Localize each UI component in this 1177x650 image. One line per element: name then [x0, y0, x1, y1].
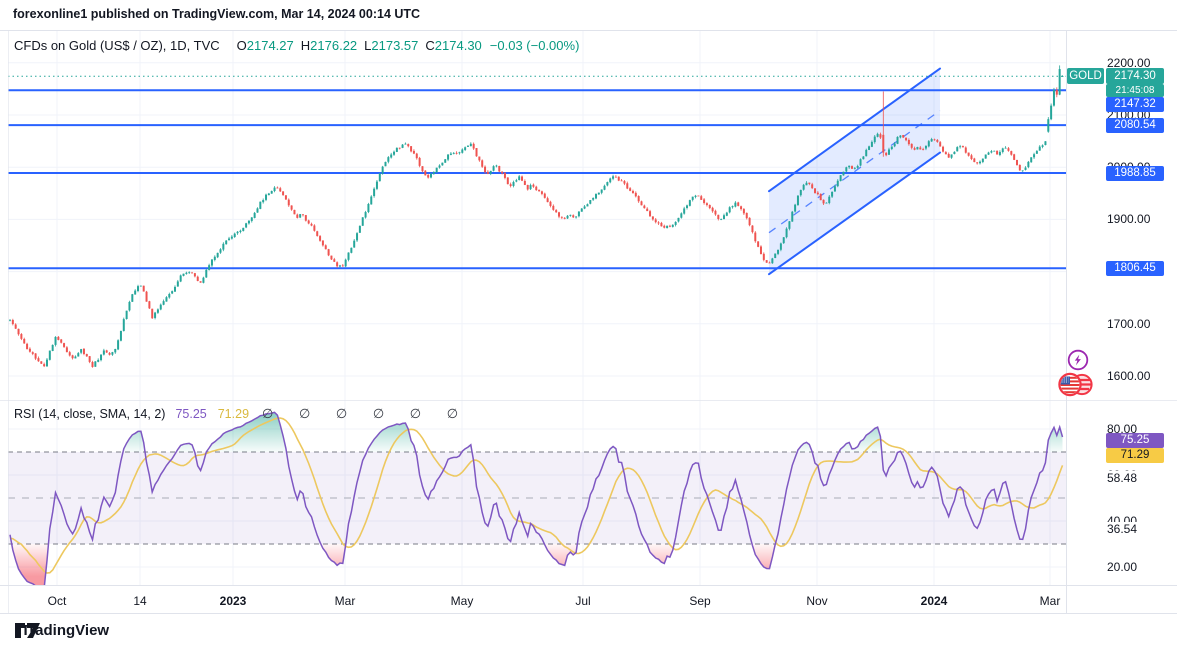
us-flag-icon[interactable]: [1057, 371, 1095, 398]
level-price-badge: 1988.85: [1106, 166, 1164, 181]
low-value: 2173.57: [371, 38, 418, 53]
price-tick-label: 1600.00: [1107, 369, 1150, 383]
close-label: C: [425, 38, 434, 53]
time-tick-label: 2023: [220, 594, 247, 608]
chart-canvas[interactable]: [0, 0, 1177, 650]
high-value: 2176.22: [310, 38, 357, 53]
tradingview-logo-link[interactable]: TradingView: [14, 622, 109, 639]
time-tick-label: Oct: [48, 594, 67, 608]
price-tick-label: 1700.00: [1107, 317, 1150, 331]
level-price-badge: 2147.32: [1106, 97, 1164, 112]
time-tick-label: Jul: [575, 594, 590, 608]
open-label: O: [237, 38, 247, 53]
footer-separator: [0, 613, 1177, 614]
rsi-value: 75.25: [175, 407, 206, 421]
high-label: H: [301, 38, 310, 53]
low-label: L: [364, 38, 371, 53]
time-tick-label: Nov: [806, 594, 827, 608]
time-tick-label: 14: [133, 594, 146, 608]
publisher-line: forexonline1 published on TradingView.co…: [13, 7, 420, 21]
bar-countdown-badge: 21:45:08: [1106, 84, 1164, 97]
rsi-value-badge: 71.29: [1106, 448, 1164, 463]
plot-left-border: [8, 30, 9, 613]
price-scale[interactable]: 2200.002100.002000.001900.001800.001700.…: [1066, 30, 1177, 585]
time-scale[interactable]: Oct 14 2023 Mar May Jul Sep Nov 2024 Mar: [0, 585, 1177, 613]
rsi-level-label: 36.54: [1107, 522, 1139, 536]
boost-lightning-icon[interactable]: [1067, 349, 1089, 371]
time-tick-label: Mar: [1040, 594, 1061, 608]
open-value: 2174.27: [247, 38, 294, 53]
symbol-info-bar[interactable]: CFDs on Gold (US$ / OZ), 1D, TVC O2174.2…: [14, 38, 579, 53]
time-tick-label: Sep: [689, 594, 710, 608]
rsi-title: RSI (14, close, SMA, 14, 2): [14, 407, 165, 421]
rsi-level-label: 58.48: [1107, 471, 1139, 485]
tradingview-logo-icon: [14, 622, 41, 639]
header-separator: [0, 30, 1177, 31]
change-value: −0.03 (−0.00%): [490, 38, 580, 53]
pane-separator: [0, 400, 1177, 401]
rsi-ma-value: 71.29: [218, 407, 249, 421]
rsi-empty-plots: ∅ ∅ ∅ ∅ ∅ ∅: [262, 406, 469, 422]
time-tick-label: Mar: [335, 594, 356, 608]
price-tick-label: 1900.00: [1107, 212, 1150, 226]
symbol-name-badge: GOLD: [1067, 68, 1104, 84]
symbol-title: CFDs on Gold (US$ / OZ), 1D, TVC: [14, 38, 220, 53]
time-tick-label: 2024: [921, 594, 948, 608]
close-value: 2174.30: [435, 38, 482, 53]
tradingview-gold-chart-screenshot: { "header": { "publisher_line": "forexon…: [0, 0, 1177, 650]
last-price-badge: 2174.30: [1106, 68, 1164, 84]
level-price-badge: 2080.54: [1106, 118, 1164, 133]
rsi-legend[interactable]: RSI (14, close, SMA, 14, 2) 75.25 71.29 …: [14, 406, 469, 422]
level-price-badge: 1806.45: [1106, 261, 1164, 276]
rsi-value-badge: 75.25: [1106, 433, 1164, 448]
time-tick-label: May: [451, 594, 474, 608]
rsi-tick-label: 20.00: [1107, 560, 1137, 574]
